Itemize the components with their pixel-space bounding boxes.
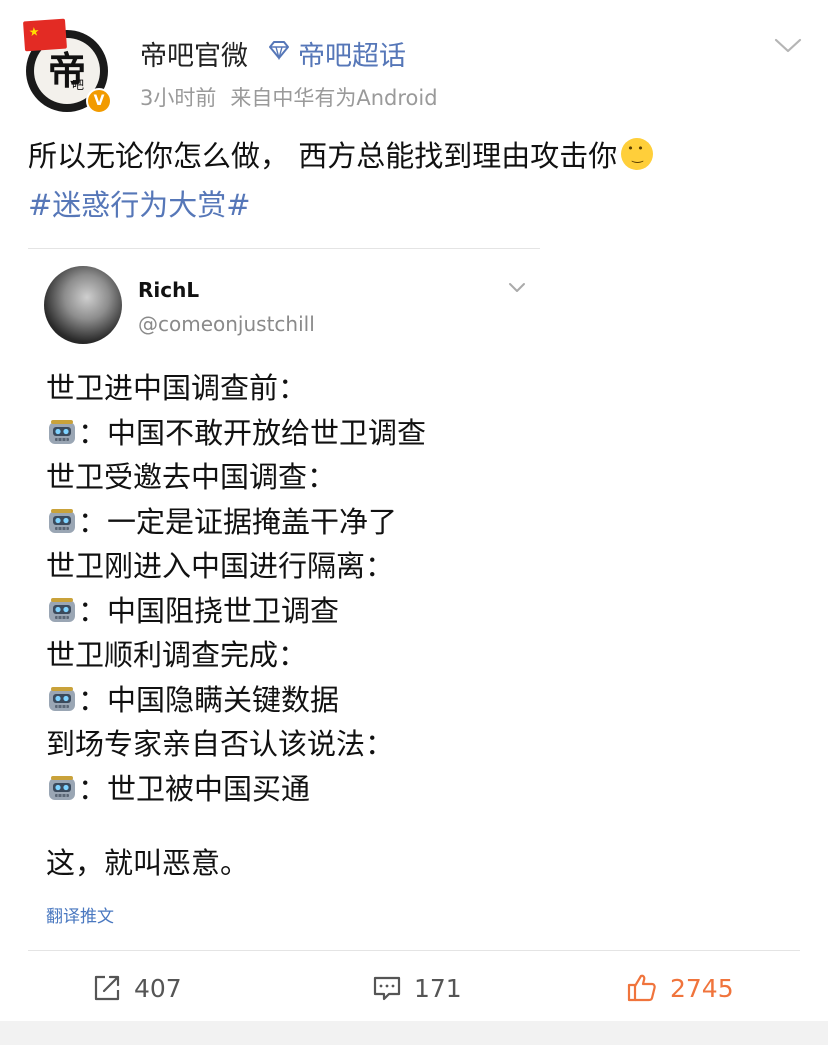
author-avatar[interactable]: 帝 吧 ★ V	[22, 16, 116, 114]
shrug-emoji-icon	[621, 138, 654, 170]
tweet-author-name: RichL	[138, 278, 200, 302]
post-meta: 3小时前 来自中华有为Android	[140, 82, 438, 112]
tweet-robot-line: ：世卫被中国买通	[46, 767, 426, 812]
tweet-robot-line: ：中国隐瞒关键数据	[46, 678, 426, 723]
super-topic-link[interactable]: 帝吧超话	[298, 34, 406, 73]
repost-icon	[94, 975, 120, 1001]
tweet-line-text: 到场专家亲自否认该说法：	[46, 727, 395, 761]
tweet-line-text: 世卫刚进入中国进行隔离：	[46, 549, 395, 583]
tweet-closing: 这，就叫恶意。	[46, 846, 250, 880]
avatar-sub-char: 吧	[72, 78, 85, 92]
author-name[interactable]: 帝吧官微	[140, 34, 248, 73]
tweet-author-handle: @comeonjustchill	[138, 312, 315, 336]
tweet-lines: 世卫进中国调查前： ：中国不敢开放给世卫调查世卫受邀去中国调查： ：一定是证据掩盖干…	[46, 366, 426, 811]
post-text: 所以无论你怎么做， 西方总能找到理由攻击你	[28, 133, 654, 175]
tweet-line-text: ：一定是证据掩盖干净了	[78, 504, 398, 539]
comment-button[interactable]: 171	[372, 968, 462, 1008]
comment-icon	[373, 976, 401, 1001]
divider	[28, 950, 800, 951]
robot-emoji-icon	[46, 594, 78, 624]
tweet-line: 到场专家亲自否认该说法：	[46, 722, 426, 767]
super-topic-gem-icon	[269, 41, 289, 60]
verified-badge-icon: V	[86, 88, 112, 114]
tweet-line: 世卫受邀去中国调查：	[46, 455, 426, 500]
robot-emoji-icon	[46, 505, 78, 535]
tweet-robot-line: ：中国不敢开放给世卫调查	[46, 411, 426, 456]
bottom-gap	[0, 1021, 828, 1045]
tweet-line-text: ：世卫被中国买通	[78, 771, 311, 806]
repost-count: 407	[134, 973, 182, 1003]
tweet-line-text: 世卫受邀去中国调查：	[46, 460, 337, 494]
tweet-line-text: ：中国隐瞒关键数据	[78, 682, 340, 717]
robot-emoji-icon	[46, 683, 78, 713]
thumbs-up-icon	[627, 974, 656, 1002]
tweet-line-text: 世卫进中国调查前：	[46, 371, 308, 405]
robot-emoji-icon	[46, 416, 78, 446]
repost-button[interactable]: 407	[92, 968, 182, 1008]
like-count: 2745	[670, 973, 734, 1003]
chevron-down-icon[interactable]	[772, 36, 804, 56]
hashtag-link[interactable]: #迷惑行为大赏#	[28, 182, 251, 224]
tweet-chevron-down-icon	[509, 283, 525, 292]
like-button[interactable]: 2745	[626, 968, 734, 1008]
robot-emoji-icon	[46, 772, 78, 802]
tweet-avatar[interactable]	[44, 266, 122, 344]
post-text-content: 所以无论你怎么做， 西方总能找到理由攻击你	[28, 139, 618, 173]
translate-tweet-link[interactable]: 翻译推文	[46, 902, 114, 927]
tweet-line-text: ：中国不敢开放给世卫调查	[78, 415, 427, 450]
tweet-line: 世卫刚进入中国进行隔离：	[46, 544, 426, 589]
comment-count: 171	[414, 973, 462, 1003]
divider	[28, 248, 540, 249]
tweet-robot-line: ：中国阻挠世卫调查	[46, 589, 426, 634]
tweet-robot-line: ：一定是证据掩盖干净了	[46, 500, 426, 545]
flag-icon: ★	[23, 18, 67, 52]
post-source: 来自中华有为Android	[230, 86, 438, 110]
tweet-line-text: 世卫顺利调查完成：	[46, 638, 308, 672]
tweet-line: 世卫顺利调查完成：	[46, 633, 426, 678]
post-time: 3小时前	[140, 86, 217, 110]
tweet-line-text: ：中国阻挠世卫调查	[78, 593, 340, 628]
tweet-line: 世卫进中国调查前：	[46, 366, 426, 411]
